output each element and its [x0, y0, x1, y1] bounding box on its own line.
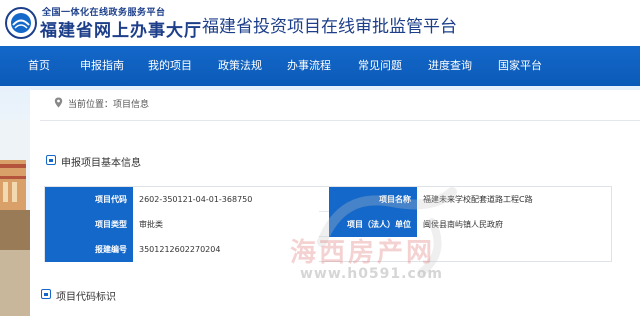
- logo-title[interactable]: 福建省网上办事大厅: [40, 16, 202, 41]
- nav-my-projects[interactable]: 我的项目: [148, 46, 192, 86]
- side-decoration: [0, 120, 32, 316]
- platform-title: 福建省投资项目在线审批监管平台: [202, 17, 457, 37]
- label-filing-number: 报建编号: [45, 237, 133, 262]
- nav-national-platform[interactable]: 国家平台: [498, 46, 542, 86]
- nav-progress-query[interactable]: 进度查询: [428, 46, 472, 86]
- nav-policies[interactable]: 政策法规: [218, 46, 262, 86]
- label-project-type: 项目类型: [45, 212, 133, 237]
- value-project-name: 福建未来学校配套道路工程C路: [417, 187, 611, 212]
- government-service-logo[interactable]: [4, 6, 38, 40]
- table-row: 项目代码 2602-350121-04-01-368750 项目名称 福建未来学…: [45, 187, 611, 212]
- breadcrumb-divider: [40, 120, 640, 121]
- nav-faq[interactable]: 常见问题: [358, 46, 402, 86]
- value-project-code: 2602-350121-04-01-368750: [133, 187, 319, 212]
- header: 全国一体化在线政务服务平台 福建省网上办事大厅 福建省投资项目在线审批监管平台: [0, 0, 640, 46]
- watermark-text: 海西房产网: [290, 238, 436, 268]
- location-pin-icon: [54, 97, 63, 108]
- section-icon: [41, 289, 51, 299]
- watermark-url: www.h0591.com: [300, 266, 443, 282]
- section-title-basic-info: 申报项目基本信息: [61, 158, 141, 169]
- section-icon: [46, 155, 56, 165]
- nav-home[interactable]: 首页: [28, 46, 50, 86]
- label-project-code: 项目代码: [45, 187, 133, 212]
- nav-application-guide[interactable]: 申报指南: [80, 46, 124, 86]
- breadcrumb: 当前位置：项目信息: [68, 100, 150, 110]
- label-project-name: 项目名称: [329, 187, 417, 212]
- main-nav: 首页 申报指南 我的项目 政策法规 办事流程 常见问题 进度查询 国家平台: [0, 46, 640, 86]
- section-title-project-code: 项目代码标识: [56, 292, 116, 303]
- nav-process[interactable]: 办事流程: [287, 46, 331, 86]
- value-legal-entity: 闽侯县南屿镇人民政府: [417, 212, 611, 237]
